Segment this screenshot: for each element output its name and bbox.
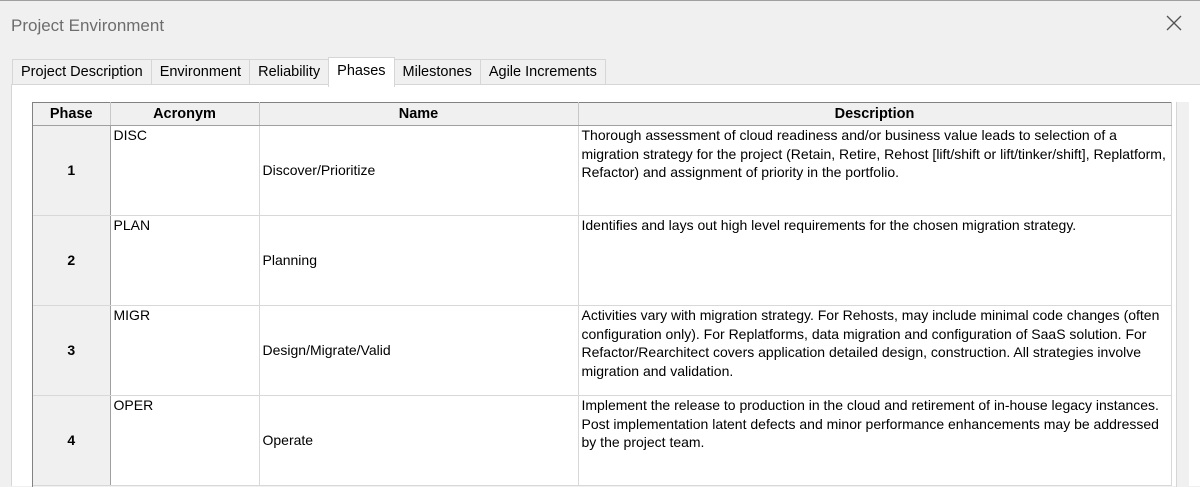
column-header-name[interactable]: Name	[259, 102, 579, 126]
tab-environment[interactable]: Environment	[150, 59, 251, 85]
table-row[interactable]: 4 OPER Operate Implement the release to …	[33, 395, 1172, 486]
tab-reliability[interactable]: Reliability	[249, 59, 330, 85]
name-cell[interactable]: Discover/Prioritize	[259, 125, 579, 216]
description-cell[interactable]: Identifies and lays out high level requi…	[578, 215, 1172, 306]
tab-panel-phases: Phase Acronym Name Description 1 DISC Di…	[11, 84, 1200, 487]
column-header-description[interactable]: Description	[578, 102, 1172, 126]
name-cell[interactable]: Design/Migrate/Valid	[259, 305, 579, 396]
title-bar: Project Environment	[0, 0, 1200, 47]
acronym-cell[interactable]: PLAN	[110, 215, 260, 306]
acronym-cell[interactable]: OPER	[110, 395, 260, 486]
header-row: Phase Acronym Name Description	[33, 102, 1172, 126]
tab-phases[interactable]: Phases	[328, 57, 395, 87]
phase-cell[interactable]: 2	[33, 215, 111, 306]
column-header-phase[interactable]: Phase	[33, 102, 111, 126]
description-cell[interactable]: Thorough assessment of cloud readiness a…	[578, 125, 1172, 216]
phases-table: Phase Acronym Name Description 1 DISC Di…	[33, 102, 1172, 486]
table-row[interactable]: 1 DISC Discover/Prioritize Thorough asse…	[33, 125, 1172, 216]
vertical-scrollbar[interactable]	[1176, 102, 1189, 487]
window-title: Project Environment	[11, 16, 165, 35]
description-cell[interactable]: Implement the release to production in t…	[578, 395, 1172, 486]
tab-strip: Project Description Environment Reliabil…	[12, 57, 606, 87]
table-row[interactable]: 2 PLAN Planning Identifies and lays out …	[33, 215, 1172, 306]
phases-grid: Phase Acronym Name Description 1 DISC Di…	[32, 102, 1183, 487]
acronym-cell[interactable]: MIGR	[110, 305, 260, 396]
table-row[interactable]: 3 MIGR Design/Migrate/Valid Activities v…	[33, 305, 1172, 396]
acronym-cell[interactable]: DISC	[110, 125, 260, 216]
phase-cell[interactable]: 4	[33, 395, 111, 486]
tab-milestones[interactable]: Milestones	[393, 59, 481, 85]
phase-cell[interactable]: 1	[33, 125, 111, 216]
tab-agile-increments[interactable]: Agile Increments	[479, 59, 606, 85]
close-icon	[1166, 15, 1182, 31]
close-button[interactable]	[1162, 11, 1186, 35]
name-cell[interactable]: Planning	[259, 215, 579, 306]
phase-cell[interactable]: 3	[33, 305, 111, 396]
description-cell[interactable]: Activities vary with migration strategy.…	[578, 305, 1172, 396]
column-header-acronym[interactable]: Acronym	[110, 102, 260, 126]
name-cell[interactable]: Operate	[259, 395, 579, 486]
tab-project-description[interactable]: Project Description	[12, 59, 152, 85]
